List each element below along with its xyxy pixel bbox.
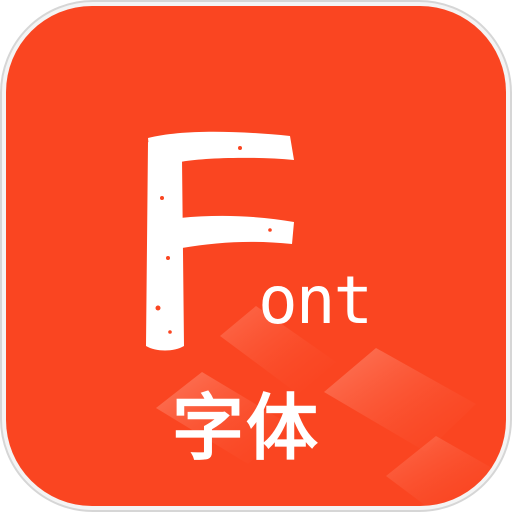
app-icon[interactable]: F ont 字体: [0, 0, 512, 512]
svg-text:F: F: [140, 108, 141, 109]
logo-suffix: ont: [258, 262, 373, 339]
app-label: 字体: [172, 386, 321, 470]
